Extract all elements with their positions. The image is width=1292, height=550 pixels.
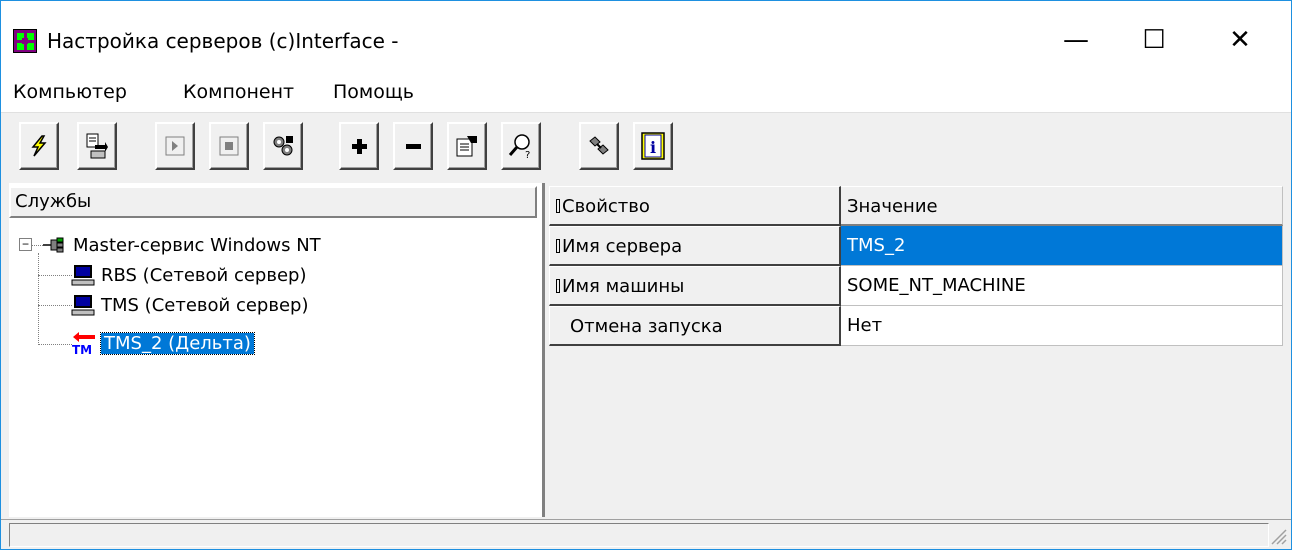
status-panel <box>9 523 1269 547</box>
menu-item-help[interactable]: Помощь <box>333 81 414 103</box>
stop-icon <box>219 136 239 156</box>
close-button[interactable]: ✕ <box>1209 15 1271 65</box>
toolbar-button-find[interactable]: ? <box>501 122 541 170</box>
tree-item-tms[interactable]: TMS (Сетевой сервер) <box>71 291 308 319</box>
services-header[interactable]: Службы <box>9 186 537 218</box>
value-cell-server-name[interactable]: TMS_2 <box>841 226 1283 266</box>
toolbar-button-stop[interactable] <box>209 122 249 170</box>
toolbar: ? i <box>1 114 1291 180</box>
computer-icon <box>71 265 95 286</box>
status-bar <box>1 519 1291 549</box>
tree-connector <box>31 245 43 246</box>
property-cell-cancel-start[interactable]: Отмена запуска <box>549 306 841 346</box>
toolbar-button-connect[interactable] <box>579 122 619 170</box>
close-icon: ✕ <box>1229 25 1251 55</box>
tree-collapse-toggle[interactable]: − <box>19 238 32 251</box>
property-column-header[interactable]: Свойство <box>549 186 841 226</box>
value-column-header[interactable]: Значение <box>841 186 1283 226</box>
connect-icon <box>589 136 609 155</box>
svg-text:TM: TM <box>72 343 92 356</box>
services-tree-pane[interactable]: Службы − Master-сервис Windows NT RBS (С… <box>9 183 545 517</box>
maximize-icon: ☐ <box>1142 25 1166 55</box>
tree-item-label: Master-сервис Windows NT <box>73 234 321 256</box>
value-cell-machine-name[interactable]: SOME_NT_MACHINE <box>841 266 1283 306</box>
row-marker <box>556 239 560 253</box>
value-cell-cancel-start[interactable]: Нет <box>841 306 1283 346</box>
property-cell-machine-name[interactable]: Имя машины <box>549 266 841 306</box>
toolbar-button-play[interactable] <box>155 122 195 170</box>
menu-item-computer[interactable]: Компьютер <box>13 81 127 103</box>
property-cell-server-name[interactable]: Имя сервера <box>549 226 841 266</box>
remove-icon <box>406 144 421 149</box>
tree-item-tms2[interactable]: TM TMS_2 (Дельта) <box>71 329 255 357</box>
row-marker <box>556 199 560 213</box>
toolbar-button-services[interactable] <box>263 122 303 170</box>
tree-item-master-service[interactable]: Master-сервис Windows NT <box>43 231 321 259</box>
window-title: Настройка серверов (c)Interface - <box>47 29 399 53</box>
toolbar-button-transfer[interactable] <box>77 122 117 170</box>
toolbar-button-add[interactable] <box>339 122 379 170</box>
info-icon: i <box>641 132 665 160</box>
maximize-button[interactable]: ☐ <box>1123 15 1185 65</box>
toolbar-button-remove[interactable] <box>393 122 433 170</box>
tree-connector <box>38 305 72 306</box>
tree-item-rbs[interactable]: RBS (Сетевой сервер) <box>71 261 306 289</box>
tm-delta-icon: TM <box>72 332 95 356</box>
row-marker <box>556 279 560 293</box>
tree-connector <box>38 344 72 345</box>
menu-bar: Компьютер Компонент Помощь <box>1 69 1291 113</box>
transfer-icon <box>86 133 108 159</box>
lightning-icon <box>31 135 47 157</box>
tree-item-label: RBS (Сетевой сервер) <box>101 264 307 286</box>
play-icon <box>165 136 185 156</box>
main-window: Настройка серверов (c)Interface - — ☐ ✕ … <box>0 0 1292 550</box>
properties-pane: Свойство Значение Имя сервера TMS_2 Имя … <box>549 183 1283 517</box>
properties-icon <box>456 136 477 157</box>
title-bar[interactable]: Настройка серверов (c)Interface - — ☐ ✕ <box>1 1 1291 69</box>
tree-item-label: TMS_2 (Дельта) <box>100 331 255 355</box>
add-icon <box>352 139 367 154</box>
menu-item-component[interactable]: Компонент <box>183 81 294 103</box>
svg-text:?: ? <box>525 150 530 159</box>
toolbar-button-info[interactable]: i <box>633 122 673 170</box>
minimize-button[interactable]: — <box>1045 15 1107 65</box>
toolbar-button-properties[interactable] <box>447 122 487 170</box>
toolbar-button-lightning[interactable] <box>19 122 59 170</box>
svg-text:i: i <box>650 138 656 157</box>
services-icon <box>273 136 293 156</box>
computer-icon <box>71 295 95 316</box>
find-icon: ? <box>508 134 530 159</box>
minimize-icon: — <box>1063 25 1089 55</box>
tree-connector <box>38 275 72 276</box>
resize-grip-icon[interactable] <box>1269 527 1287 545</box>
tree-connector <box>38 253 39 345</box>
network-service-icon <box>43 237 64 253</box>
tree-item-label: TMS (Сетевой сервер) <box>101 294 309 316</box>
app-icon[interactable] <box>13 29 37 53</box>
